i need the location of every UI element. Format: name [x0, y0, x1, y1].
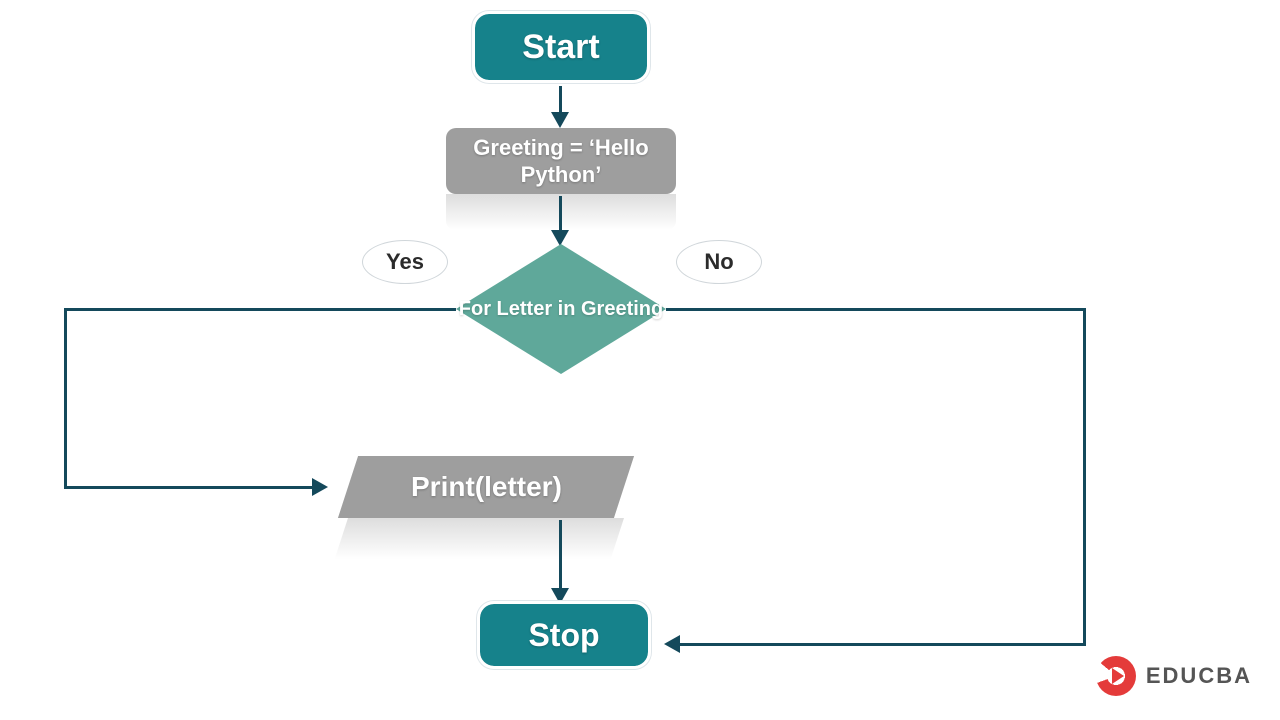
io-print-label: Print(letter) — [411, 471, 562, 503]
io-print: Print(letter) — [348, 456, 624, 518]
connector — [559, 196, 562, 232]
branch-label-no: No — [676, 240, 762, 284]
process-init-label: Greeting = ‘Hello Python’ — [460, 134, 662, 189]
connector — [64, 486, 314, 489]
flowchart-canvas: Start Greeting = ‘Hello Python’ For Lett… — [0, 0, 1280, 720]
branch-label-yes: Yes — [362, 240, 448, 284]
no-text: No — [704, 249, 733, 275]
connector — [666, 308, 1086, 311]
arrowhead-icon — [551, 112, 569, 128]
process-init: Greeting = ‘Hello Python’ — [446, 128, 676, 194]
reflection — [335, 518, 624, 559]
connector — [64, 308, 67, 488]
connector — [1083, 308, 1086, 646]
logo-icon — [1096, 656, 1136, 696]
yes-text: Yes — [386, 249, 424, 275]
decision-label: For Letter in Greeting — [456, 244, 666, 374]
brand-logo: EDUCBA — [1096, 656, 1252, 696]
arrowhead-icon — [312, 478, 328, 496]
arrowhead-icon — [551, 588, 569, 604]
connector — [64, 308, 456, 311]
connector — [559, 86, 562, 114]
start-label: Start — [522, 28, 599, 67]
connector — [680, 643, 1086, 646]
decision-for-loop: For Letter in Greeting — [456, 244, 666, 374]
stop-terminal: Stop — [480, 604, 648, 666]
brand-name: EDUCBA — [1146, 663, 1252, 689]
connector — [559, 520, 562, 590]
io-print-shape: Print(letter) — [338, 456, 634, 518]
arrowhead-icon — [664, 635, 680, 653]
start-terminal: Start — [475, 14, 647, 80]
decision-text: For Letter in Greeting — [459, 298, 663, 321]
stop-label: Stop — [528, 617, 599, 654]
